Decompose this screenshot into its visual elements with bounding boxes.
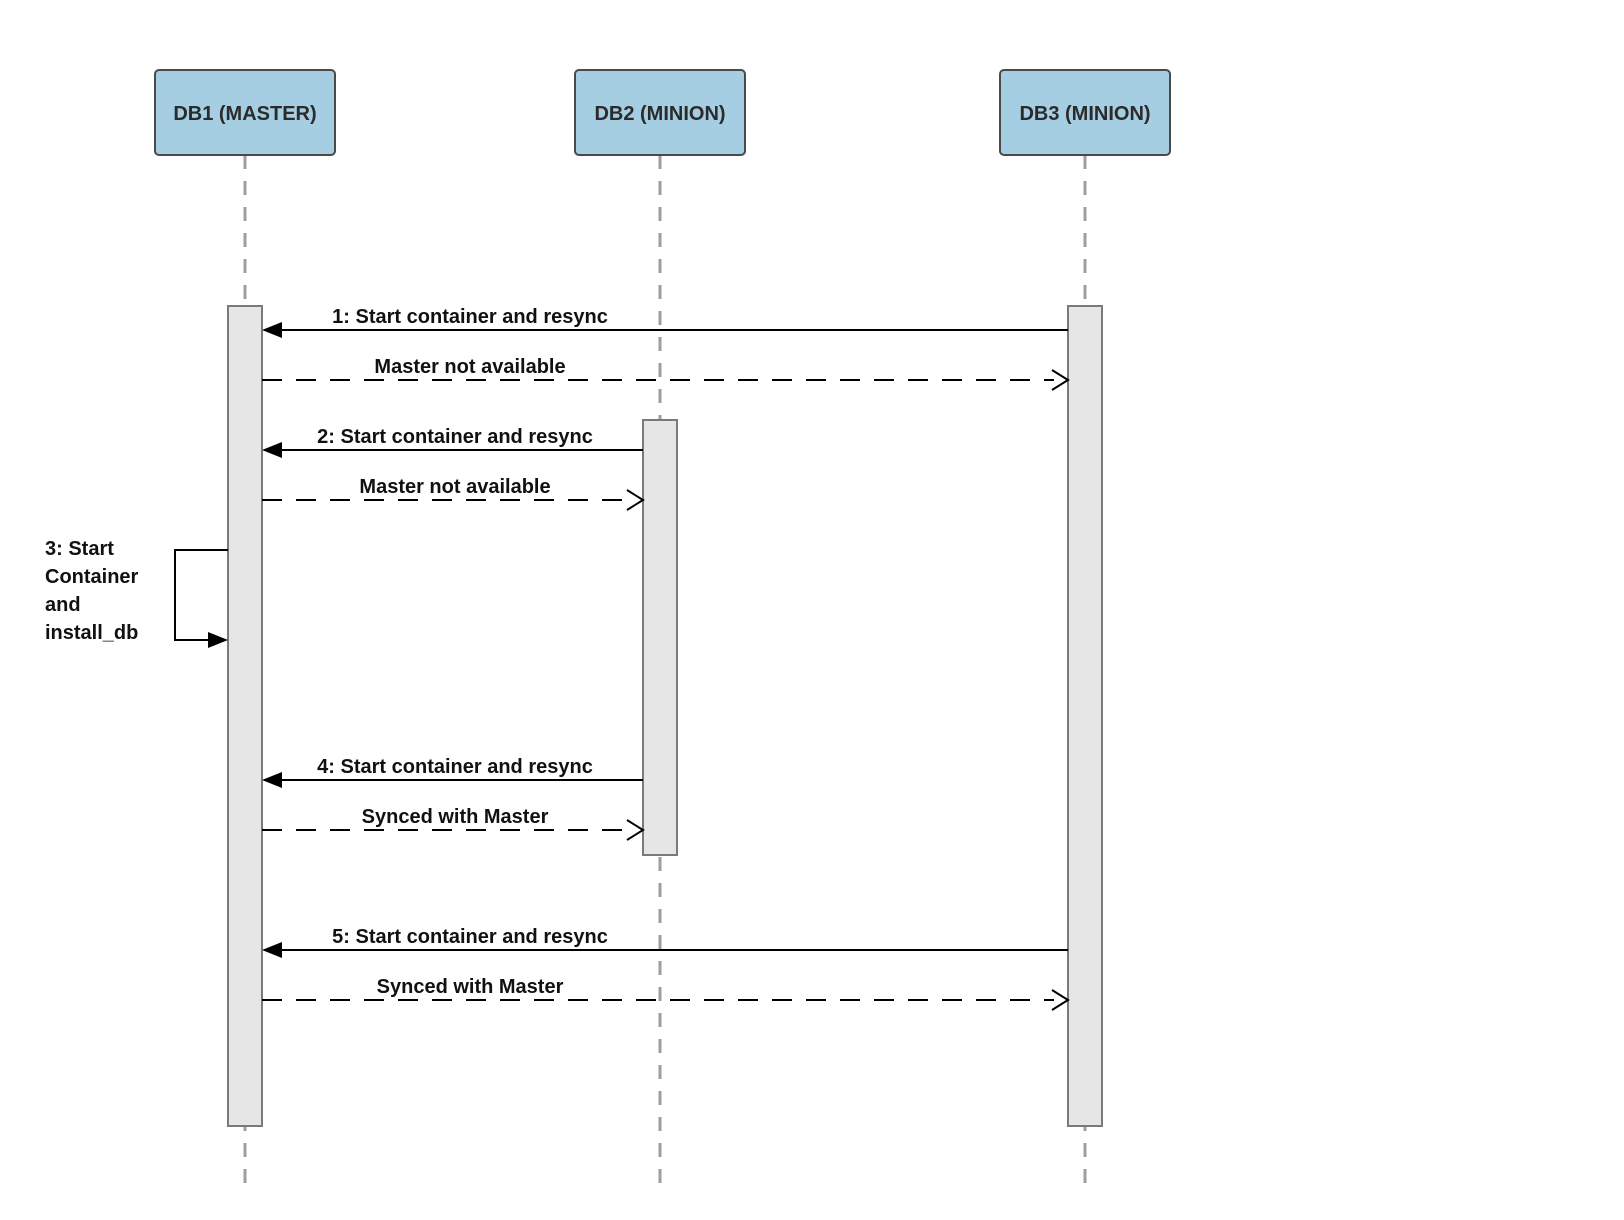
reply-4-label: Synced with Master [362,806,549,828]
participant-db3: DB3 (MINION) [1000,70,1170,155]
reply-2-label: Master not available [359,476,550,498]
message-3-label-line3: and [45,594,81,616]
reply-5-label: Synced with Master [377,976,564,998]
activation-db1 [228,306,262,1126]
reply-5: Synced with Master [262,976,1068,1010]
reply-1-label: Master not available [374,356,565,378]
message-2: 2: Start container and resync [262,426,643,458]
activation-db3 [1068,306,1102,1126]
reply-2: Master not available [262,476,643,510]
participant-db3-label: DB3 (MINION) [1019,103,1150,125]
participant-db2: DB2 (MINION) [575,70,745,155]
reply-1: Master not available [262,356,1068,390]
participant-db1-label: DB1 (MASTER) [173,103,316,125]
sequence-diagram: DB1 (MASTER) DB2 (MINION) DB3 (MINION) 1… [0,0,1624,1220]
participant-db1: DB1 (MASTER) [155,70,335,155]
message-3-label-line4: install_db [45,622,138,644]
message-5-label: 5: Start container and resync [332,926,608,948]
message-4-label: 4: Start container and resync [317,756,593,778]
message-5: 5: Start container and resync [262,926,1068,958]
message-1: 1: Start container and resync [262,306,1068,338]
reply-4: Synced with Master [262,806,643,840]
message-4: 4: Start container and resync [262,756,643,788]
message-2-label: 2: Start container and resync [317,426,593,448]
message-3: 3: Start Container and install_db [45,538,228,648]
activation-db2 [643,420,677,855]
message-1-label: 1: Start container and resync [332,306,608,328]
message-3-label-line2: Container [45,566,139,588]
message-3-label-line1: 3: Start [45,538,114,560]
participant-db2-label: DB2 (MINION) [594,103,725,125]
